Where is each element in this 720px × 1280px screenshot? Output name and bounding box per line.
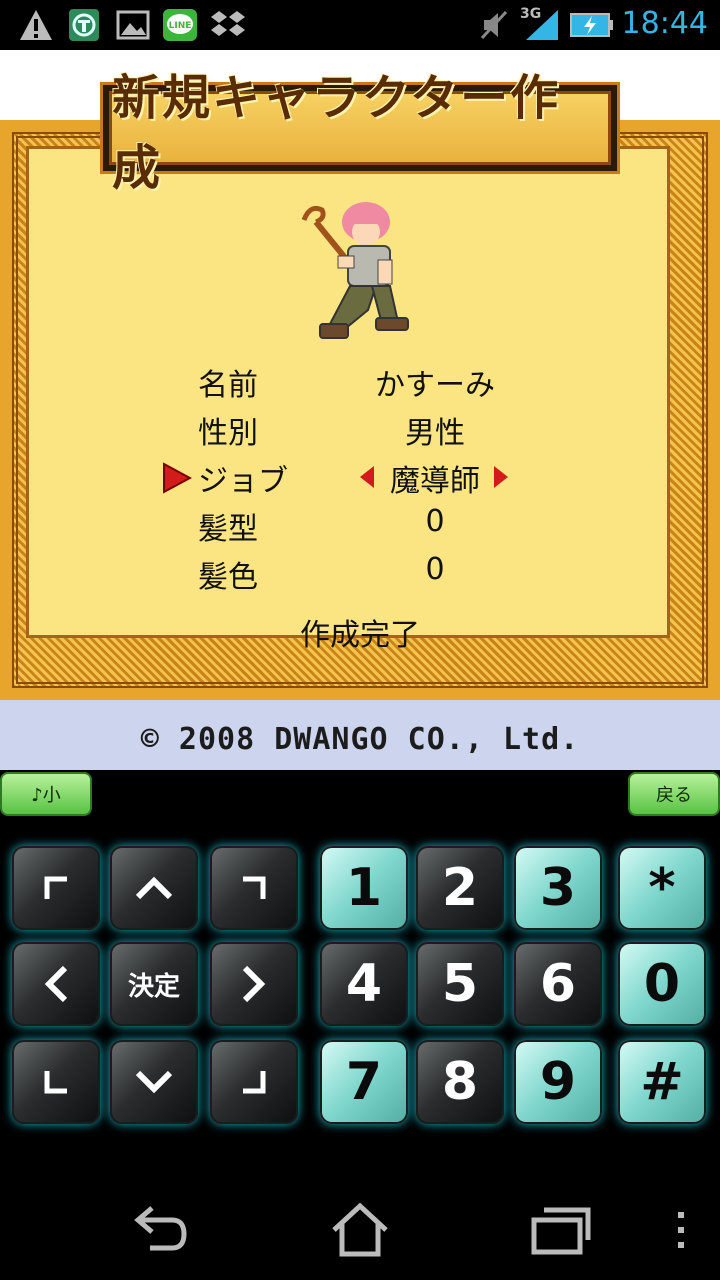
gallery-icon <box>116 10 150 40</box>
key-0[interactable]: 0 <box>618 942 706 1026</box>
dropbox-icon <box>211 11 245 36</box>
key-6[interactable]: 6 <box>514 942 602 1026</box>
status-bar: LINE 3G 18:44 <box>0 0 720 50</box>
haircolor-value: 0 <box>425 552 445 587</box>
key-star-label: * <box>648 858 676 918</box>
title-plate: 新規キャラクター作成 <box>100 70 620 196</box>
dpad-right-key[interactable] <box>210 942 298 1026</box>
hairstyle-value: 0 <box>425 504 445 539</box>
dpad-up-key[interactable] <box>110 846 198 930</box>
gender-value: 男性 <box>405 416 465 451</box>
mute-icon <box>480 10 508 40</box>
key-1[interactable]: 1 <box>320 846 408 930</box>
create-done-button[interactable]: 作成完了 <box>0 610 720 654</box>
svg-text:LINE: LINE <box>169 21 192 31</box>
gender-label: 性別 <box>198 416 258 451</box>
key-8[interactable]: 8 <box>416 1040 504 1124</box>
key-6-label: 6 <box>539 954 577 1014</box>
dpad-down-left-key[interactable] <box>12 1040 100 1124</box>
game-screen[interactable]: 新規キャラクター作成 名前 かすーみ 性別 男性 ジョブ 魔導師 髪型 0 髪色… <box>0 50 720 770</box>
key-2[interactable]: 2 <box>416 846 504 930</box>
key-7[interactable]: 7 <box>320 1040 408 1124</box>
arrow-down-left-icon <box>44 1071 67 1094</box>
virtual-keypad: ♪小 戻る 決定 1 2 3 * 4 5 6 0 7 8 9 # <box>0 770 720 1150</box>
key-5[interactable]: 5 <box>416 942 504 1026</box>
key-7-label: 7 <box>345 1052 383 1112</box>
key-hash[interactable]: # <box>618 1040 706 1124</box>
signal-icon <box>526 10 558 40</box>
key-0-label: 0 <box>643 954 681 1014</box>
row-hairstyle[interactable]: 髪型 0 <box>0 504 720 548</box>
enter-key-label: 決定 <box>127 971 180 1002</box>
back-icon[interactable] <box>128 1202 188 1258</box>
row-name[interactable]: 名前 かすーみ <box>0 360 720 404</box>
dpad-left-key[interactable] <box>12 942 100 1026</box>
key-hash-label: # <box>640 1052 684 1112</box>
copyright-text: © 2008 DWANGO CO., Ltd. <box>140 722 580 757</box>
key-9-label: 9 <box>539 1052 577 1112</box>
dpad-up-right-key[interactable] <box>210 846 298 930</box>
character-sprite <box>301 202 409 339</box>
name-value: かすーみ <box>375 368 495 403</box>
hairstyle-label: 髪型 <box>198 512 258 547</box>
key-3[interactable]: 3 <box>514 846 602 930</box>
key-9[interactable]: 9 <box>514 1040 602 1124</box>
dpad-up-left-key[interactable] <box>12 846 100 930</box>
arrow-down-icon <box>135 1070 173 1094</box>
arrow-down-right-icon <box>243 1071 266 1094</box>
row-haircolor[interactable]: 髪色 0 <box>0 552 720 596</box>
key-star[interactable]: * <box>618 846 706 930</box>
row-job[interactable]: ジョブ 魔導師 <box>0 456 720 500</box>
dpad-down-key[interactable] <box>110 1040 198 1124</box>
sound-volume-button[interactable]: ♪小 <box>0 772 92 816</box>
clock: 18:44 <box>621 6 708 41</box>
arrow-up-icon <box>135 876 173 900</box>
haircolor-label: 髪色 <box>198 560 258 595</box>
job-next-arrow-icon[interactable] <box>492 464 510 490</box>
job-value: 魔導師 <box>390 464 480 499</box>
name-label: 名前 <box>198 368 258 403</box>
key-1-label: 1 <box>345 858 383 918</box>
enter-key[interactable]: 決定 <box>110 942 198 1026</box>
job-label: ジョブ <box>198 464 288 499</box>
selection-cursor-icon <box>163 462 192 494</box>
arrow-right-icon <box>242 965 266 1003</box>
arrow-left-icon <box>44 965 68 1003</box>
arrow-up-right-icon <box>243 876 266 899</box>
warning-icon <box>20 10 52 40</box>
navigation-bar <box>0 1150 720 1280</box>
key-8-label: 8 <box>441 1052 479 1112</box>
dpad-down-right-key[interactable] <box>210 1040 298 1124</box>
page-title: 新規キャラクター作成 <box>112 70 561 196</box>
recent-apps-icon[interactable] <box>530 1204 592 1256</box>
key-3-label: 3 <box>539 858 577 918</box>
line-app-icon: LINE <box>163 9 197 41</box>
menu-icon[interactable] <box>674 1210 688 1250</box>
row-gender[interactable]: 性別 男性 <box>0 408 720 452</box>
back-button[interactable]: 戻る <box>628 772 720 816</box>
key-5-label: 5 <box>441 954 479 1014</box>
vpn-shield-icon <box>69 9 99 41</box>
key-2-label: 2 <box>441 858 479 918</box>
key-4[interactable]: 4 <box>320 942 408 1026</box>
key-4-label: 4 <box>345 954 383 1014</box>
battery-charging-icon <box>570 13 613 37</box>
arrow-up-left-icon <box>44 876 67 899</box>
home-icon[interactable] <box>330 1202 390 1258</box>
